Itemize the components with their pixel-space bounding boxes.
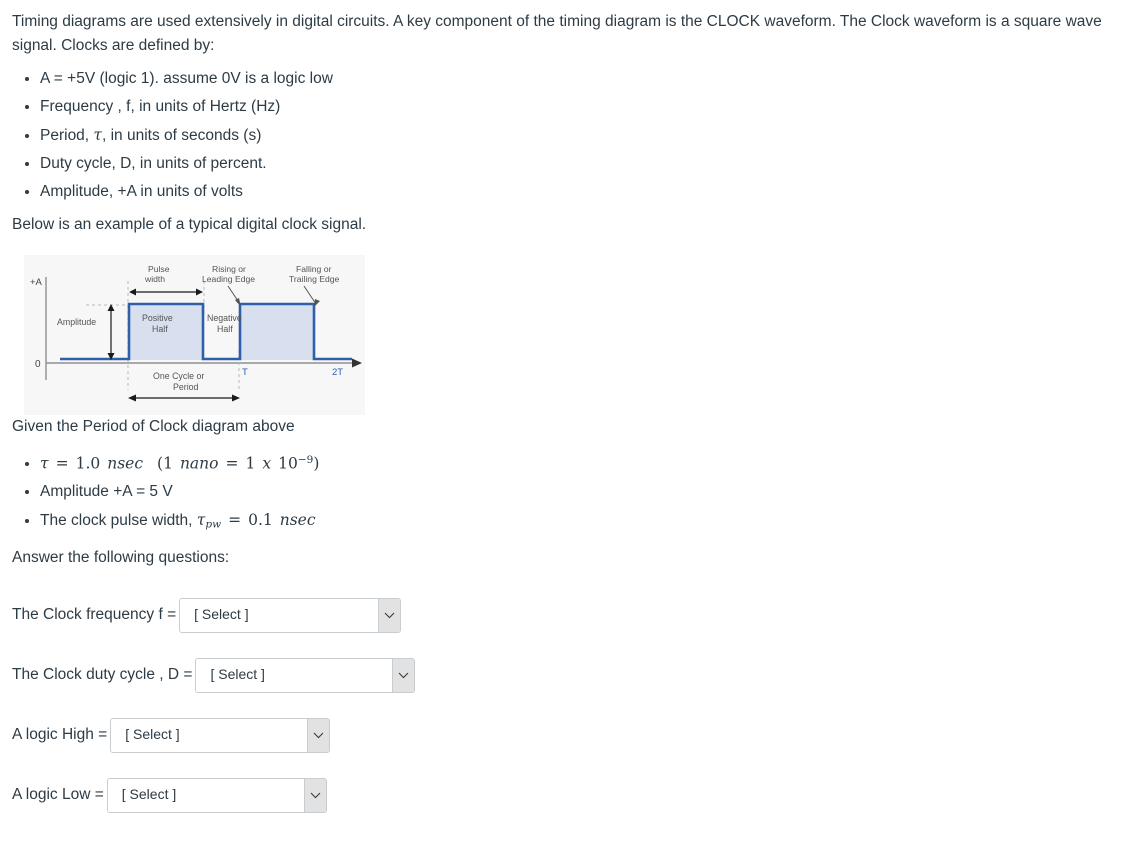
example-caption: Below is an example of a typical digital… <box>12 216 367 233</box>
figure-label-rising-line1: Rising or <box>212 264 246 274</box>
given-pulse-width-value: 0.1 <box>248 511 273 530</box>
question-label-duty-cycle: The Clock duty cycle , D = <box>12 666 193 684</box>
given-values-list: τ = 1.0 nsec (1 nano = 1x 10−9) Amplitude +A = 5… <box>12 449 1134 536</box>
given-period-unit: nsec <box>107 454 144 473</box>
figure-label-plus-a: +A <box>30 277 43 288</box>
answer-prompt: Answer the following questions: <box>12 548 230 566</box>
given-period-note-nano: nano <box>179 454 219 473</box>
select-logic-high[interactable]: [ Select ] <box>110 717 331 753</box>
select-logic-low[interactable]: [ Select ] <box>106 777 327 813</box>
chevron-down-icon[interactable] <box>303 778 326 812</box>
select-logic-low-value: [ Select ] <box>121 786 177 803</box>
select-clock-duty-cycle-value: [ Select ] <box>210 666 265 683</box>
clock-definition-list: A = +5V (logic 1). assume 0V is a logic … <box>12 68 1134 203</box>
figure-label-negative-line2: Half <box>217 324 233 334</box>
given-period-note-base: 10 <box>278 454 298 473</box>
figure-tick-T: T <box>242 367 248 378</box>
figure-label-negative-line1: Negative <box>207 313 242 323</box>
figure-label-amplitude: Amplitude <box>57 317 96 327</box>
given-period-note-open: (1 <box>157 454 173 473</box>
chevron-down-icon[interactable] <box>392 658 415 692</box>
tau-symbol: τ <box>93 126 102 144</box>
figure-label-rising-line2: Leading Edge <box>202 274 255 284</box>
figure-label-positive-line2: Half <box>152 324 168 334</box>
period-suffix: , in units of seconds (s) <box>102 127 262 144</box>
question-label-logic-low: A logic Low = <box>12 786 104 804</box>
definition-item-frequency: Frequency , f, in units of Hertz (Hz) <box>40 96 1134 118</box>
given-pulse-width: The clock pulse width, τpw=0.1nsec <box>40 509 1134 536</box>
given-amplitude: Amplitude +A = 5 V <box>40 481 1134 503</box>
select-clock-frequency[interactable]: [ Select ] <box>179 597 402 633</box>
definition-item-duty-cycle: Duty cycle, D, in units of percent. <box>40 153 1134 175</box>
figure-label-zero: 0 <box>35 359 41 370</box>
definition-item-amplitude-logic: A = +5V (logic 1). assume 0V is a logic … <box>40 68 1134 90</box>
select-clock-frequency-value: [ Select ] <box>194 606 249 623</box>
figure-tick-2T: 2T <box>332 367 343 378</box>
given-period: τ = 1.0 nsec (1 nano = 1x 10−9) <box>40 449 1134 475</box>
period-prefix: Period, <box>40 127 94 144</box>
given-period-note-exp: −9 <box>297 454 314 466</box>
intro-paragraph: Timing diagrams are used extensively in … <box>12 13 1102 54</box>
given-period-note-x: x <box>262 454 272 473</box>
question-label-logic-high: A logic High = <box>12 726 108 744</box>
clock-waveform-svg: +A 0 Pulse width Rising or Leading Edge <box>24 255 365 415</box>
figure-label-cycle-line1: One Cycle or <box>153 371 204 381</box>
given-period-note-eq: = <box>225 454 239 473</box>
question-row-duty-cycle: The Clock duty cycle , D = [ Select ] <box>12 657 1134 693</box>
chevron-down-icon[interactable] <box>378 598 401 632</box>
question-label-frequency: The Clock frequency f = <box>12 606 177 624</box>
given-pulse-width-subscript: pw <box>205 518 222 531</box>
page-root: Timing diagrams are used extensively in … <box>0 0 1146 847</box>
definition-item-amplitude: Amplitude, +A in units of volts <box>40 181 1134 203</box>
clock-waveform-figure: +A 0 Pulse width Rising or Leading Edge <box>24 255 365 415</box>
given-pulse-width-eq: = <box>228 511 242 530</box>
question-row-logic-low: A logic Low = [ Select ] <box>12 777 1134 813</box>
figure-label-pulse-width-line1: Pulse <box>148 264 170 274</box>
given-period-eq: = <box>55 454 69 473</box>
chevron-down-icon[interactable] <box>307 718 330 752</box>
figure-label-falling-line2: Trailing Edge <box>289 274 340 284</box>
select-logic-high-value: [ Select ] <box>125 726 180 743</box>
figure-label-falling-line1: Falling or <box>296 264 331 274</box>
definition-item-period: Period, τ, in units of seconds (s) <box>40 124 1134 147</box>
given-heading: Given the Period of Clock diagram above <box>12 418 295 435</box>
figure-label-pulse-width-line2: width <box>144 274 165 284</box>
given-pulse-width-prefix: The clock pulse width, <box>40 512 197 530</box>
given-period-value: 1.0 <box>75 454 101 473</box>
question-row-logic-high: A logic High = [ Select ] <box>12 717 1134 753</box>
select-clock-duty-cycle[interactable]: [ Select ] <box>195 657 416 693</box>
given-pulse-width-unit: nsec <box>279 511 316 530</box>
figure-label-cycle-line2: Period <box>173 382 199 392</box>
given-period-note-close: ) <box>313 454 320 473</box>
figure-label-positive-line1: Positive <box>142 313 173 323</box>
question-row-frequency: The Clock frequency f = [ Select ] <box>12 597 1134 633</box>
given-period-note-val: 1 <box>245 454 256 473</box>
given-period-symbol: τ <box>40 454 49 473</box>
